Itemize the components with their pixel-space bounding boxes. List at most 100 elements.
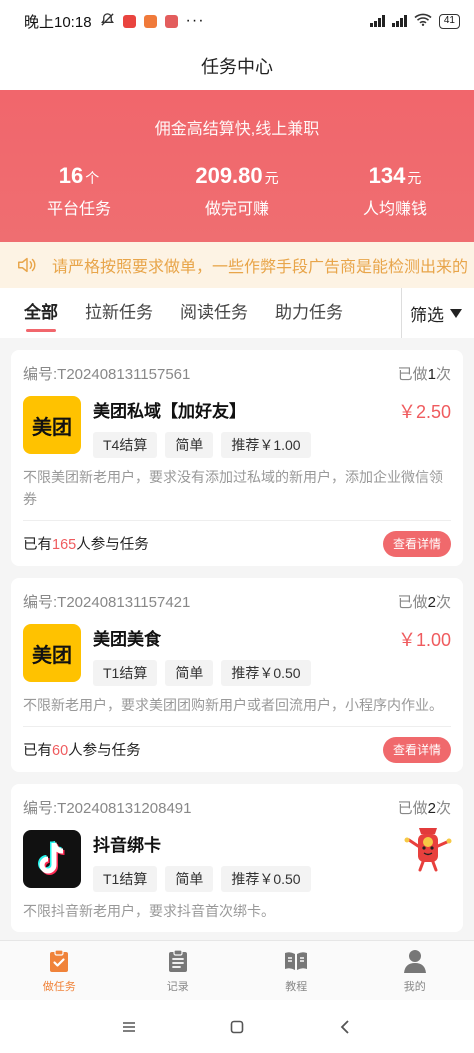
tabbar-label: 做任务 [42,980,76,993]
summary-banner: 佣金高结算快,线上兼职 16 个 平台任务 209.80 元 做完可赚 134 元 人… [0,90,474,242]
done-prefix: 已做 [397,365,428,383]
stat-label: 做完可赚 [204,201,269,218]
view-details-button[interactable]: 查看详情 [382,736,451,763]
referral-tag: 推荐￥0.50 [221,866,311,892]
stat-label: 人均赚钱 [362,201,427,218]
filter-label: 筛选 [410,305,444,325]
bottom-tab-bar: 做任务 记录 教程 我的 [0,940,474,1000]
battery-indicator: 41 [438,13,460,29]
menu-icon[interactable] [119,1017,139,1037]
participant-count: 已有165人参与任务 [23,533,149,554]
stat-platform-tasks: 16 个 平台任务 [0,163,158,219]
settle-tag: T1结算 [93,866,158,892]
tabbar-label: 记录 [166,980,189,993]
home-square-icon[interactable] [227,1017,247,1037]
logo-text: 美团 [32,416,72,439]
notice-bar: 请严格按照要求做单，一些作弊手段广告商是能检测出来的 [0,242,474,288]
stats-row: 16 个 平台任务 209.80 元 做完可赚 134 元 人均赚钱 [0,163,474,219]
logo-text: 美团 [32,644,72,667]
stat-label: 平台任务 [46,201,111,218]
participant-count: 已有60人参与任务 [23,739,141,760]
difficulty-tag: 简单 [165,660,214,686]
task-description: 不限新老用户，要求美团团购新用户或者回流用户，小程序内作业。 [23,697,443,713]
notice-text: 请严格按照要求做单，一些作弊手段广告商是能检测出来的 [52,259,469,276]
task-card[interactable]: 编号:T202408131208491 已做2次 抖音绑卡 T1结算 简单 推荐… [11,784,463,932]
stat-value: 16 [58,163,84,188]
app-notification-icon [164,14,178,28]
done-suffix: 次 [435,799,451,817]
douyin-logo [23,830,81,888]
task-card[interactable]: 编号:T202408131157561 已做1次 美团 美团私域【加好友】 ￥2… [11,350,463,566]
difficulty-tag: 简单 [165,432,214,458]
view-details-button[interactable]: 查看详情 [382,530,451,557]
settle-tag: T1结算 [93,660,158,686]
task-id: 编号:T202408131157421 [23,593,191,611]
done-suffix: 次 [435,593,451,611]
done-number: 2 [427,799,436,817]
tabbar-profile[interactable]: 我的 [356,941,474,1000]
done-suffix: 次 [435,365,451,383]
join-suffix: 人参与任务 [68,743,141,759]
task-description: 不限美团新老用户，要求没有添加过私域的新用户，添加企业微信领券 [23,469,443,507]
status-time: 晚上10:18 [24,13,92,31]
join-number: 165 [52,537,77,553]
join-suffix: 人参与任务 [76,537,149,553]
filter-button[interactable]: 筛选 [401,288,462,338]
tabbar-records[interactable]: 记录 [119,941,238,1000]
task-price: ￥1.00 [397,630,451,650]
app-notification-icon [143,14,157,28]
app-notification-icon [122,14,136,28]
system-nav-bar [0,1000,474,1053]
stat-unit: 元 [264,170,279,186]
list-doc-icon [168,948,187,972]
tab-assist[interactable]: 助力任务 [275,288,343,338]
task-id: 编号:T202408131208491 [23,799,192,817]
stat-unit: 个 [85,170,100,186]
task-description: 不限抖音新老用户，要求抖音首次绑卡。 [23,903,275,919]
meituan-logo: 美团 [23,396,81,454]
triangle-down-icon [450,308,462,318]
stat-unit: 元 [407,170,422,186]
done-count: 已做2次 [398,797,451,818]
user-icon [403,949,426,973]
banner-slogan: 佣金高结算快,线上兼职 [154,121,320,138]
signal-icon [369,15,385,27]
clipboard-check-icon [50,948,69,972]
join-prefix: 已有 [23,537,52,553]
tabbar-label: 教程 [285,980,308,993]
task-id: 编号:T202408131157561 [23,365,191,383]
tab-new-user[interactable]: 拉新任务 [85,288,153,338]
referral-tag: 推荐￥1.00 [221,432,311,458]
speaker-icon [18,257,36,273]
book-icon [285,951,308,970]
task-list[interactable]: 编号:T202408131157561 已做1次 美团 美团私域【加好友】 ￥2… [0,338,474,940]
stat-value: 134 [368,163,406,188]
back-chevron-icon[interactable] [335,1017,355,1037]
done-prefix: 已做 [397,799,428,817]
done-number: 1 [427,365,436,383]
settle-tag: T4结算 [93,432,158,458]
tabbar-tutorial[interactable]: 教程 [237,941,356,1000]
page-title: 任务中心 [201,57,273,77]
task-card[interactable]: 编号:T202408131157421 已做2次 美团 美团美食 ￥1.00 T… [11,578,463,772]
signal-icon [391,15,407,27]
done-number: 2 [427,593,436,611]
join-prefix: 已有 [23,743,52,759]
task-name: 抖音绑卡 [93,836,161,855]
referral-tag: 推荐￥0.50 [221,660,311,686]
tab-reading[interactable]: 阅读任务 [180,288,248,338]
meituan-logo: 美团 [23,624,81,682]
done-count: 已做1次 [398,363,451,384]
join-number: 60 [52,743,69,759]
more-dots-icon: ··· [185,12,205,29]
status-bar: 晚上10:18 ··· 41 [0,0,474,42]
stat-value: 209.80 [195,163,263,188]
done-count: 已做2次 [398,591,451,612]
stat-average-earning: 134 元 人均赚钱 [316,163,474,219]
tab-all[interactable]: 全部 [24,288,58,338]
task-tabs: 全部 拉新任务 阅读任务 助力任务 筛选 [0,288,474,338]
task-price: ￥2.50 [397,402,451,422]
wifi-icon [414,13,432,29]
mute-icon [100,12,115,31]
tabbar-tasks[interactable]: 做任务 [0,941,119,1000]
